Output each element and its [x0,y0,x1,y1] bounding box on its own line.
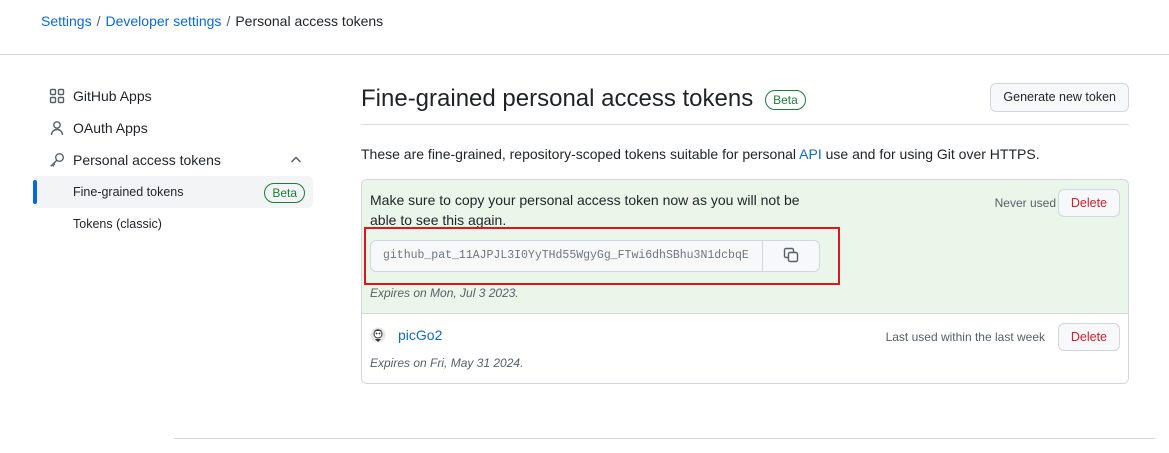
token-expiration: Expires on Fri, May 31 2024. [370,356,523,370]
footer-divider [174,438,1155,439]
sidebar-item-github-apps[interactable]: GitHub Apps [33,80,313,112]
sidebar-item-fine-grained-tokens[interactable]: Fine-grained tokens Beta [33,176,313,208]
expires-date: on Fri, May 31 2024. [413,356,524,370]
title-row: Fine-grained personal access tokens Beta… [361,80,1129,124]
token-expiration: Expires on Mon, Jul 3 2023. [370,286,519,300]
token-name-link[interactable]: picGo2 [398,327,442,343]
copy-icon [783,247,799,266]
chevron-up-icon[interactable] [289,153,303,167]
sidebar-item-tokens-classic[interactable]: Tokens (classic) [33,208,313,240]
api-link[interactable]: API [799,146,822,162]
breadcrumb-settings[interactable]: Settings [41,13,92,29]
token-usage-status: Never used [994,196,1056,210]
apps-grid-icon [49,88,65,104]
sidebar-item-oauth-apps[interactable]: OAuth Apps [33,112,313,144]
page-title: Fine-grained personal access tokens [361,85,754,112]
breadcrumb-developer-settings[interactable]: Developer settings [105,13,221,29]
generate-new-token-button[interactable]: Generate new token [990,83,1129,112]
new-token-row: Make sure to copy your personal access t… [362,180,1128,314]
copy-button[interactable] [762,241,819,271]
sidebar-item-label: Fine-grained tokens [73,185,184,199]
sidebar-item-label: Personal access tokens [73,152,221,168]
description-text: These are fine-grained, repository-scope… [361,146,800,162]
description-text: use and for using Git over HTTPS. [821,146,1040,162]
token-name: picGo2 [370,327,442,343]
page-description: These are fine-grained, repository-scope… [361,145,1129,163]
delete-token-button[interactable]: Delete [1057,323,1120,351]
token-value[interactable]: github_pat_11AJPJL3I0YyTHd55WgyGg_FTwi6d… [383,241,763,271]
copy-token-notice: Make sure to copy your personal access t… [370,192,800,228]
breadcrumb-current: Personal access tokens [235,13,384,29]
avatar [370,327,386,343]
token-usage-status: Last used within the last week [885,330,1045,344]
header-divider [0,54,1169,55]
breadcrumb-separator: / [226,13,231,29]
beta-badge: Beta [264,183,305,203]
expires-label: Expires [370,356,411,370]
sidebar-item-label: GitHub Apps [73,88,152,104]
token-value-field[interactable]: github_pat_11AJPJL3I0YyTHd55WgyGg_FTwi6d… [370,240,820,272]
main-content: Fine-grained personal access tokens Beta… [361,80,1129,384]
title-divider [361,124,1129,125]
key-icon [49,152,65,168]
expires-date: on Mon, Jul 3 2023. [413,286,519,300]
delete-token-button[interactable]: Delete [1057,189,1120,217]
token-row: picGo2 Last used within the last week De… [362,314,1128,383]
expires-label: Expires [370,286,411,300]
person-icon [49,120,65,136]
sidebar-item-personal-access-tokens[interactable]: Personal access tokens [33,144,313,176]
breadcrumb-separator: / [96,13,101,29]
sidebar-item-label: Tokens (classic) [73,217,162,231]
token-list: Make sure to copy your personal access t… [361,179,1129,384]
sidebar-item-label: OAuth Apps [73,120,148,136]
beta-badge: Beta [765,90,806,110]
breadcrumb: Settings / Developer settings / Personal acc… [41,12,383,30]
sidebar: GitHub Apps OAuth Apps Personal access t… [33,80,313,240]
